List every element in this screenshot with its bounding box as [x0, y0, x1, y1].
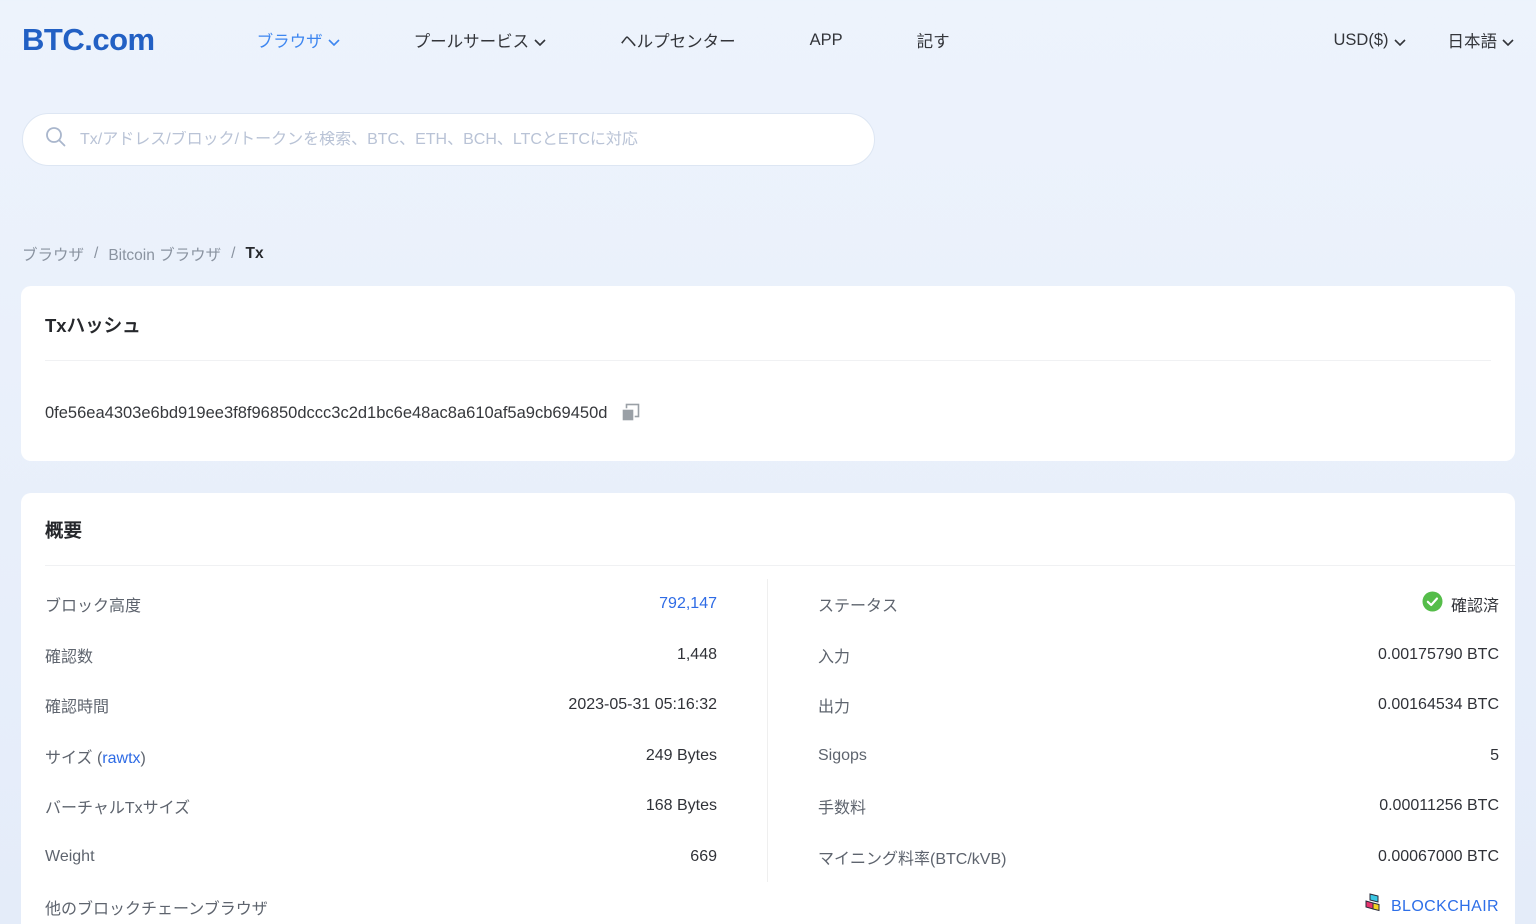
main-nav: ブラウザ プールサービス ヘルプセンター APP 記す [257, 28, 950, 52]
overview-left-column: ブロック高度 792,147 確認数 1,448 確認時間 2023-05-31… [21, 579, 768, 882]
input-label: 入力 [818, 643, 850, 667]
table-row: Weight 669 [45, 832, 717, 883]
breadcrumb-current-tx: Tx [245, 245, 263, 263]
search-bar[interactable] [22, 113, 875, 166]
fee-value: 0.00011256 BTC [1379, 797, 1499, 815]
status-text: 確認済 [1451, 592, 1499, 616]
search-section [0, 80, 1536, 166]
breadcrumb-bitcoin-browser[interactable]: Bitcoin ブラウザ [108, 243, 221, 265]
chevron-down-icon [1502, 32, 1514, 51]
blockchair-link-label: BLOCKCHAIR [1391, 898, 1499, 916]
breadcrumb-separator: / [231, 245, 235, 263]
table-row: 確認時間 2023-05-31 05:16:32 [45, 680, 717, 731]
search-icon [45, 126, 67, 153]
nav-item-label: ブラウザ [257, 28, 323, 52]
nav-item-label: 記す [917, 28, 950, 52]
nav-item-app[interactable]: APP [810, 31, 843, 50]
nav-item-label: ヘルプセンター [620, 28, 736, 52]
other-explorers-row: 他のブロックチェーンブラウザ BLOCKCHAIR [21, 882, 1515, 924]
mining-fee-rate-label: マイニング料率(BTC/kVB) [818, 845, 1006, 869]
table-row: ブロック高度 792,147 [45, 579, 717, 630]
language-selector[interactable]: 日本語 [1448, 28, 1515, 52]
sigops-label: Sigops [818, 747, 867, 765]
mining-fee-rate-value: 0.00067000 BTC [1378, 848, 1499, 866]
breadcrumb: ブラウザ / Bitcoin ブラウザ / Tx [22, 243, 1514, 265]
sigops-value: 5 [1490, 747, 1499, 765]
copy-icon[interactable] [621, 403, 640, 423]
table-row: ステータス 確認済 [818, 579, 1499, 630]
table-row: 手数料 0.00011256 BTC [818, 781, 1499, 832]
currency-selector[interactable]: USD($) [1333, 30, 1405, 51]
search-input[interactable] [80, 131, 852, 149]
output-value: 0.00164534 BTC [1378, 696, 1499, 714]
tx-hash-card-title: Txハッシュ [45, 312, 1491, 338]
tx-hash-row: 0fe56ea4303e6bd919ee3f8f96850dccc3c2d1bc… [45, 403, 1491, 423]
other-explorers-label: 他のブロックチェーンブラウザ [45, 895, 268, 919]
nav-item-mark[interactable]: 記す [917, 28, 950, 52]
size-label: サイズ (rawtx) [45, 744, 146, 768]
chevron-down-icon [328, 32, 340, 51]
divider [45, 360, 1491, 361]
size-value: 249 Bytes [646, 747, 717, 765]
nav-item-label: APP [810, 31, 843, 50]
block-height-label: ブロック高度 [45, 592, 141, 616]
nav-item-help-center[interactable]: ヘルプセンター [620, 28, 736, 52]
table-row: 入力 0.00175790 BTC [818, 630, 1499, 681]
input-value: 0.00175790 BTC [1378, 646, 1499, 664]
nav-item-pool-service[interactable]: プールサービス [414, 28, 547, 52]
confirm-time-value: 2023-05-31 05:16:32 [568, 696, 717, 714]
overview-columns: ブロック高度 792,147 確認数 1,448 確認時間 2023-05-31… [21, 566, 1515, 882]
confirmations-label: 確認数 [45, 643, 93, 667]
output-label: 出力 [818, 693, 850, 717]
overview-card: 概要 ブロック高度 792,147 確認数 1,448 確認時間 2023-05… [21, 493, 1515, 924]
btc-com-logo[interactable]: BTC.com [22, 22, 155, 58]
nav-item-browser[interactable]: ブラウザ [257, 28, 340, 52]
tx-hash-card: Txハッシュ 0fe56ea4303e6bd919ee3f8f96850dccc… [21, 286, 1515, 461]
confirmations-value: 1,448 [677, 646, 717, 664]
confirm-time-label: 確認時間 [45, 693, 109, 717]
status-badge: 確認済 [1422, 591, 1499, 617]
chevron-down-icon [534, 32, 546, 51]
table-row: 確認数 1,448 [45, 630, 717, 681]
table-row: サイズ (rawtx) 249 Bytes [45, 731, 717, 782]
chevron-down-icon [1394, 32, 1406, 51]
table-row: バーチャルTxサイズ 168 Bytes [45, 781, 717, 832]
header-right-controls: USD($) 日本語 [1333, 28, 1514, 52]
status-label: ステータス [818, 592, 898, 616]
table-row: Sigops 5 [818, 731, 1499, 782]
breadcrumb-browser[interactable]: ブラウザ [22, 243, 84, 265]
confirmed-check-icon [1422, 591, 1443, 617]
rawtx-link[interactable]: rawtx [102, 750, 140, 767]
language-label: 日本語 [1448, 28, 1498, 52]
weight-label: Weight [45, 848, 95, 866]
tx-hash-value: 0fe56ea4303e6bd919ee3f8f96850dccc3c2d1bc… [45, 404, 607, 423]
fee-label: 手数料 [818, 794, 866, 818]
breadcrumb-separator: / [94, 245, 98, 263]
blockchair-link[interactable]: BLOCKCHAIR [1364, 893, 1499, 922]
virtual-tx-size-value: 168 Bytes [646, 797, 717, 815]
top-navigation-bar: BTC.com ブラウザ プールサービス ヘルプセンター APP 記す USD(… [0, 0, 1536, 80]
block-height-link[interactable]: 792,147 [659, 595, 717, 613]
weight-value: 669 [690, 848, 717, 866]
currency-label: USD($) [1333, 31, 1388, 50]
overview-right-column: ステータス 確認済 入力 0.00175790 BTC 出力 0.0016453… [768, 579, 1515, 882]
table-row: マイニング料率(BTC/kVB) 0.00067000 BTC [818, 832, 1499, 883]
virtual-tx-size-label: バーチャルTxサイズ [45, 794, 190, 818]
blockchair-logo-icon [1364, 893, 1381, 922]
nav-item-label: プールサービス [414, 28, 530, 52]
table-row: 出力 0.00164534 BTC [818, 680, 1499, 731]
overview-card-title: 概要 [21, 517, 1515, 543]
